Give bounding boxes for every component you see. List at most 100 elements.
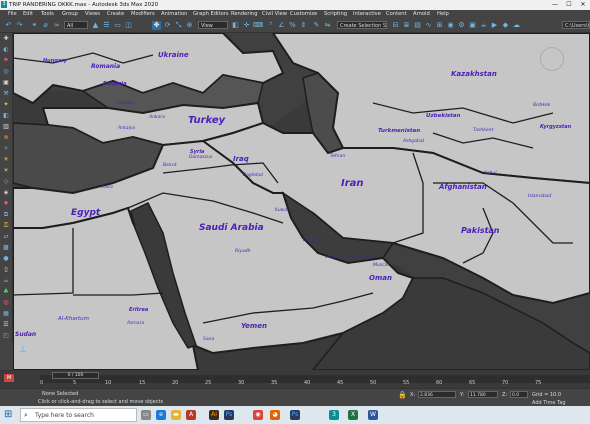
pivot-center-icon[interactable]: ◧: [231, 21, 240, 30]
menu-scripting[interactable]: Scripting: [324, 11, 347, 17]
menu-civil-view[interactable]: Civil View: [262, 11, 287, 17]
word-icon[interactable]: W: [368, 410, 378, 420]
x-coordinate-field[interactable]: 2.836: [418, 391, 456, 398]
angle-snap-icon[interactable]: ∠: [277, 21, 286, 30]
compound-icon[interactable]: ⧉: [2, 211, 10, 219]
geometry-icon[interactable]: ◈: [2, 189, 10, 197]
percent-snap-icon[interactable]: %: [288, 21, 297, 30]
photoshop-icon[interactable]: Ps: [224, 410, 234, 420]
sun-icon[interactable]: ☀: [2, 156, 10, 164]
link-icon[interactable]: ⚭: [30, 21, 39, 30]
box-icon[interactable]: ▩: [2, 244, 10, 252]
workspace-path-field[interactable]: C:\Users\hsh: [562, 21, 590, 29]
maxscript-listener-icon[interactable]: M: [4, 374, 14, 382]
keyboard-shortcut-icon[interactable]: ⌨: [253, 21, 263, 30]
taskbar-search-box[interactable]: ⌕ Type here to search: [20, 408, 137, 422]
teapot-icon[interactable]: ☕: [2, 277, 10, 285]
foliage-icon[interactable]: ♣: [2, 288, 10, 296]
menu-help[interactable]: Help: [437, 11, 449, 17]
y-coordinate-field[interactable]: 11.780: [468, 391, 498, 398]
menu-customize[interactable]: Customize: [290, 11, 317, 17]
select-and-scale-icon[interactable]: ⤡: [174, 21, 183, 30]
shape-icon[interactable]: ◇: [2, 178, 10, 186]
render-frame-icon[interactable]: ▦: [2, 310, 10, 318]
select-object-icon[interactable]: ▲: [91, 21, 100, 30]
menu-modifiers[interactable]: Modifiers: [131, 11, 155, 17]
material-icon[interactable]: ◍: [2, 299, 10, 307]
redo-icon[interactable]: ↷: [15, 21, 24, 30]
light-icon[interactable]: ✦: [2, 101, 10, 109]
select-by-name-icon[interactable]: ☰: [102, 21, 111, 30]
unlink-icon[interactable]: ⌀: [41, 21, 50, 30]
utilities-icon[interactable]: ⚒: [2, 90, 10, 98]
menu-arnold[interactable]: Arnold: [413, 11, 430, 17]
systems-icon[interactable]: ✧: [2, 145, 10, 153]
layer-explorer-icon[interactable]: ≣: [402, 21, 411, 30]
lock-icon[interactable]: ⚿: [2, 222, 10, 230]
window-crossing-icon[interactable]: ◫: [124, 21, 133, 30]
edit-named-selection-icon[interactable]: ✎: [312, 21, 321, 30]
menu-file[interactable]: File: [8, 11, 17, 17]
sky-icon[interactable]: ☀: [2, 167, 10, 175]
curve-editor-icon[interactable]: ∿: [424, 21, 433, 30]
spinner-snap-icon[interactable]: ⇕: [299, 21, 308, 30]
named-selection-set-dropdown[interactable]: Create Selection Se: [337, 21, 387, 29]
scene-explorer-icon[interactable]: ☰: [2, 321, 10, 329]
rendered-frame-window-icon[interactable]: ▣: [468, 21, 477, 30]
viewcube-icon[interactable]: ◰: [2, 332, 10, 340]
bind-space-warp-icon[interactable]: ≈: [52, 21, 61, 30]
arnold-icon[interactable]: ◆: [501, 21, 510, 30]
align-icon[interactable]: ⊟: [391, 21, 400, 30]
menu-content[interactable]: Content: [386, 11, 407, 17]
edge-icon[interactable]: e: [156, 410, 166, 420]
select-and-rotate-icon[interactable]: ⟳: [163, 21, 172, 30]
plane-icon[interactable]: ▱: [2, 233, 10, 241]
autodesk-icon[interactable]: A: [186, 410, 196, 420]
reference-coordinate-dropdown[interactable]: View: [198, 21, 228, 29]
render-icon[interactable]: ☕: [479, 21, 488, 30]
camera-icon[interactable]: ◧: [2, 112, 10, 120]
display-icon[interactable]: ▣: [2, 79, 10, 87]
menu-tools[interactable]: Tools: [41, 11, 54, 17]
a360-icon[interactable]: ☁: [512, 21, 521, 30]
maximize-button[interactable]: ☐: [562, 0, 576, 10]
3ds-max-icon[interactable]: 3: [329, 410, 339, 420]
viewport-label[interactable]: [+] [Perspective] [Standard] [Default Sh…: [16, 35, 132, 41]
create-icon[interactable]: ✚: [2, 35, 10, 43]
menu-group[interactable]: Group: [62, 11, 78, 17]
menu-graph-editors[interactable]: Graph Editors: [193, 11, 229, 17]
mirror-icon[interactable]: ⇋: [323, 21, 332, 30]
material-editor-icon[interactable]: ◉: [446, 21, 455, 30]
lock-selection-icon[interactable]: 🔒: [398, 391, 407, 399]
select-and-place-icon[interactable]: ⊕: [185, 21, 194, 30]
close-button[interactable]: ✕: [576, 0, 590, 10]
windows-start-icon[interactable]: ⊞: [4, 410, 14, 420]
space-warp-icon[interactable]: ≋: [2, 134, 10, 142]
photoshop-2-icon[interactable]: Ps: [290, 410, 300, 420]
undo-icon[interactable]: ↶: [4, 21, 13, 30]
illustrator-icon[interactable]: Ai: [209, 410, 219, 420]
task-view-icon[interactable]: ▭: [141, 410, 151, 420]
motion-icon[interactable]: ◎: [2, 68, 10, 76]
manipulate-icon[interactable]: ✛: [242, 21, 251, 30]
menu-create[interactable]: Create: [107, 11, 124, 17]
time-slider[interactable]: 0 / 100: [52, 372, 99, 379]
perspective-viewport[interactable]: [+] [Perspective] [Standard] [Default Sh…: [13, 33, 590, 370]
snaps-toggle-icon[interactable]: ³: [266, 21, 275, 30]
toggle-ribbon-icon[interactable]: ▤: [413, 21, 422, 30]
select-and-move-icon[interactable]: ✥: [152, 21, 161, 30]
timeline[interactable]: 0 / 100 0 5 10 15 20 25 30 35 40 45 50 5…: [0, 370, 590, 388]
chrome-icon[interactable]: ◉: [253, 410, 263, 420]
viewcube-icon[interactable]: ◌: [540, 47, 564, 71]
minimize-button[interactable]: —: [548, 0, 562, 10]
helper-icon[interactable]: ▥: [2, 123, 10, 131]
render-setup-icon[interactable]: ⚙: [457, 21, 466, 30]
z-coordinate-field[interactable]: 0.0: [510, 391, 528, 398]
excel-icon[interactable]: X: [348, 410, 358, 420]
file-explorer-icon[interactable]: ▬: [171, 410, 181, 420]
schematic-view-icon[interactable]: ⊞: [435, 21, 444, 30]
modify-icon[interactable]: ◐: [2, 46, 10, 54]
sphere-icon[interactable]: ●: [2, 255, 10, 263]
render-active-icon[interactable]: ▶: [490, 21, 499, 30]
selection-filter-dropdown[interactable]: All: [64, 21, 88, 29]
